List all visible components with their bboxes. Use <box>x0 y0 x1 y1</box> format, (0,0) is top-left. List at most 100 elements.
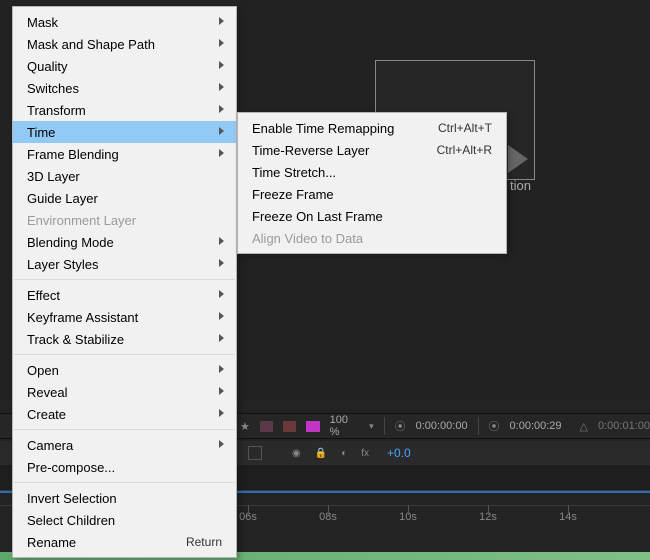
menu-item-label: Quality <box>27 59 67 74</box>
chevron-right-icon <box>218 258 226 268</box>
menu-item-layer-styles[interactable]: Layer Styles <box>13 253 236 275</box>
preview-label-fragment: tion <box>510 178 531 193</box>
menu-item-blending-mode[interactable]: Blending Mode <box>13 231 236 253</box>
chevron-right-icon <box>218 289 226 299</box>
menu-item-label: Open <box>27 363 59 378</box>
menu-item-label: Layer Styles <box>27 257 99 272</box>
menu-item-label: Camera <box>27 438 73 453</box>
menu-item-label: Environment Layer <box>27 213 136 228</box>
ruler-tick <box>328 505 329 515</box>
star-icon[interactable]: ★ <box>240 420 250 433</box>
menu-item-label: Rename <box>27 535 76 550</box>
menu-item-effect[interactable]: Effect <box>13 284 236 306</box>
menu-item-create[interactable]: Create <box>13 403 236 425</box>
ruler-tick <box>408 505 409 515</box>
layer-context-menu: Mask Mask and Shape Path Quality Switches Tr… <box>12 6 237 558</box>
chevron-right-icon <box>218 60 226 70</box>
timecode-in[interactable]: 0:00:00:00 <box>416 420 468 432</box>
menu-item-label: Invert Selection <box>27 491 117 506</box>
menu-item-label: Guide Layer <box>27 191 98 206</box>
label-swatch[interactable] <box>260 421 273 432</box>
fx-icon[interactable]: fx <box>361 448 369 459</box>
menu-item-camera[interactable]: Camera <box>13 434 236 456</box>
menu-item-pre-compose[interactable]: Pre-compose... <box>13 456 236 478</box>
menu-item-rename[interactable]: Rename Return <box>13 531 236 553</box>
menu-shortcut: Ctrl+Alt+R <box>437 143 492 157</box>
zoom-value[interactable]: 100 % <box>330 414 360 438</box>
chevron-right-icon <box>218 38 226 48</box>
label-swatch[interactable] <box>306 421 319 432</box>
menu-item-reveal[interactable]: Reveal <box>13 381 236 403</box>
bracket-icon[interactable]: ⦿ <box>489 418 500 434</box>
chevron-right-icon <box>218 16 226 26</box>
menu-item-label: Mask and Shape Path <box>27 37 155 52</box>
menu-item-time[interactable]: Time <box>13 121 236 143</box>
menu-item-label: Reveal <box>27 385 67 400</box>
submenu-item-freeze-frame[interactable]: Freeze Frame <box>238 183 506 205</box>
menu-item-label: Frame Blending <box>27 147 119 162</box>
menu-item-label: Freeze On Last Frame <box>252 209 383 224</box>
menu-item-label: Freeze Frame <box>252 187 334 202</box>
submenu-item-align-video-to-data: Align Video to Data <box>238 227 506 249</box>
menu-item-guide-layer[interactable]: Guide Layer <box>13 187 236 209</box>
menu-item-label: Effect <box>27 288 60 303</box>
menu-item-quality[interactable]: Quality <box>13 55 236 77</box>
menu-item-3d-layer[interactable]: 3D Layer <box>13 165 236 187</box>
submenu-item-time-stretch[interactable]: Time Stretch... <box>238 161 506 183</box>
menu-separator <box>14 429 235 430</box>
chevron-right-icon <box>218 408 226 418</box>
menu-item-switches[interactable]: Switches <box>13 77 236 99</box>
chevron-right-icon <box>218 126 226 136</box>
menu-item-label: Transform <box>27 103 86 118</box>
menu-separator <box>14 482 235 483</box>
chevron-right-icon <box>218 364 226 374</box>
ruler-tick <box>248 505 249 515</box>
menu-item-select-children[interactable]: Select Children <box>13 509 236 531</box>
menu-item-label: Time <box>27 125 55 140</box>
bracket-icon[interactable]: ⦿ <box>395 418 406 434</box>
menu-item-frame-blending[interactable]: Frame Blending <box>13 143 236 165</box>
time-submenu: Enable Time RemappingCtrl+Alt+TTime-Reve… <box>237 112 507 254</box>
menu-shortcut: Return <box>186 535 222 549</box>
chevron-right-icon <box>218 148 226 158</box>
menu-item-label: Blending Mode <box>27 235 114 250</box>
chevron-right-icon <box>218 439 226 449</box>
play-glyph <box>508 145 528 173</box>
menu-item-keyframe-assistant[interactable]: Keyframe Assistant <box>13 306 236 328</box>
submenu-item-enable-time-remapping[interactable]: Enable Time RemappingCtrl+Alt+T <box>238 117 506 139</box>
submenu-item-time-reverse-layer[interactable]: Time-Reverse Layer Ctrl+Alt+R <box>238 139 506 161</box>
menu-item-open[interactable]: Open <box>13 359 236 381</box>
menu-item-label: Create <box>27 407 66 422</box>
menu-item-mask[interactable]: Mask <box>13 11 236 33</box>
menu-item-transform[interactable]: Transform <box>13 99 236 121</box>
chevron-down-icon[interactable]: ▾ <box>369 421 374 432</box>
label-swatch[interactable] <box>283 421 296 432</box>
menu-item-mask-and-shape-path[interactable]: Mask and Shape Path <box>13 33 236 55</box>
menu-item-environment-layer: Environment Layer <box>13 209 236 231</box>
menu-item-label: Keyframe Assistant <box>27 310 138 325</box>
menu-item-track-stabilize[interactable]: Track & Stabilize <box>13 328 236 350</box>
shy-icon[interactable]: ◐ <box>341 448 347 459</box>
ruler-tick <box>568 505 569 515</box>
submenu-item-freeze-on-last-frame[interactable]: Freeze On Last Frame <box>238 205 506 227</box>
chevron-right-icon <box>218 333 226 343</box>
menu-item-label: Enable Time Remapping <box>252 121 394 136</box>
ruler-tick <box>488 505 489 515</box>
menu-item-invert-selection[interactable]: Invert Selection <box>13 487 236 509</box>
chevron-right-icon <box>218 104 226 114</box>
chevron-right-icon <box>218 236 226 246</box>
timecode-marker: +0.0 <box>387 446 411 460</box>
chevron-right-icon <box>218 311 226 321</box>
lock-icon[interactable]: 🔒 <box>315 448 327 459</box>
eye-icon[interactable]: ◉ <box>292 448 301 459</box>
timecode-dur[interactable]: 0:00:00:29 <box>510 420 562 432</box>
menu-item-label: Mask <box>27 15 58 30</box>
column-toggle[interactable] <box>248 446 262 460</box>
menu-separator <box>14 279 235 280</box>
menu-item-label: Time-Reverse Layer <box>252 143 369 158</box>
menu-item-label: Switches <box>27 81 79 96</box>
menu-separator <box>14 354 235 355</box>
chevron-right-icon <box>218 82 226 92</box>
timecode-out[interactable]: 0:00:01:00 <box>598 420 650 432</box>
menu-item-label: Pre-compose... <box>27 460 115 475</box>
